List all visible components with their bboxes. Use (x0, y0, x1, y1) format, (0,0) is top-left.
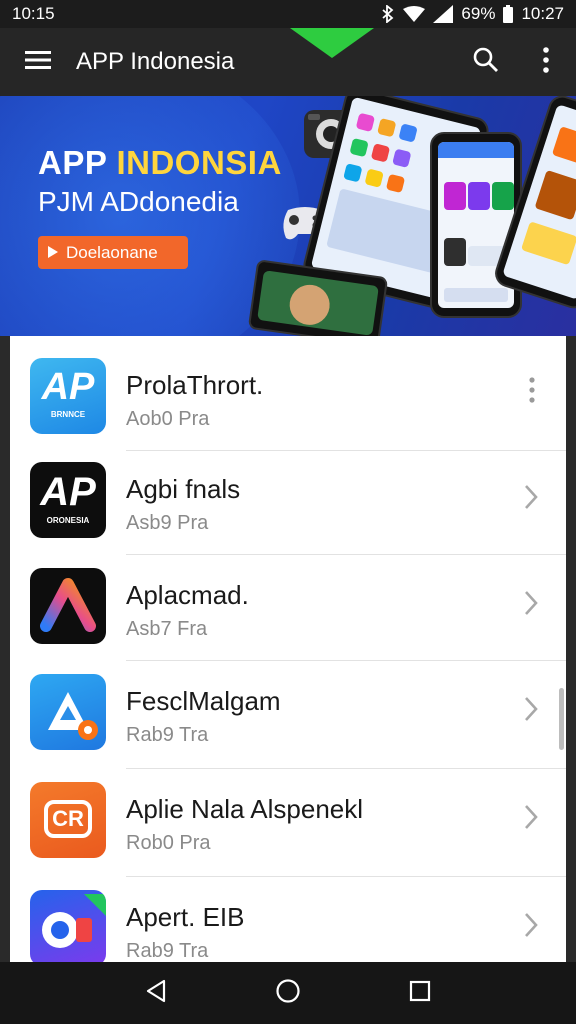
app-logo-f-icon (42, 894, 106, 948)
banner-headline-part2: INDONSIA (116, 144, 282, 181)
app-icon (30, 674, 106, 750)
app-subtitle: Rob0 Pra (126, 832, 211, 854)
tablet-screen (257, 270, 379, 336)
app-icon: AP BRNNCE (30, 358, 106, 434)
more-options-button[interactable] (516, 28, 576, 96)
app-subtitle: Asb9 Pra (126, 512, 209, 534)
app-name: FesclMalgam (126, 686, 281, 716)
item-chevron[interactable] (520, 910, 542, 940)
back-button[interactable] (126, 963, 186, 1023)
app-icon-caption: BRNNCE (50, 410, 86, 419)
recents-icon (409, 980, 431, 1007)
app-icon: CR (30, 782, 106, 858)
app-icon (30, 568, 106, 644)
banner-headline: APP INDONSIA (38, 144, 282, 182)
home-icon (275, 978, 301, 1009)
item-chevron[interactable] (520, 802, 542, 832)
search-button[interactable] (456, 28, 516, 96)
banner-cta-button[interactable]: Doelaonane (38, 236, 188, 269)
list-item[interactable]: AP BRNNCE ProlaThrort. Aob0 Pra (10, 336, 566, 442)
list-item[interactable]: FesclMalgam Rab9 Tra (10, 652, 566, 758)
chevron-right-icon (520, 805, 542, 836)
scrollbar[interactable] (559, 688, 564, 750)
item-chevron[interactable] (520, 588, 542, 618)
item-chevron[interactable] (520, 694, 542, 724)
chevron-right-icon (520, 913, 542, 944)
battery-percent: 69% (461, 4, 496, 23)
app-subtitle: Rab9 Tra (126, 724, 209, 746)
list-item[interactable]: Apert. EIB Rab9 Tra (10, 868, 566, 962)
app-icon-caption: ORONESIA (46, 516, 90, 525)
list-item[interactable]: CR Aplie Nala Alspenekl Rob0 Pra (10, 760, 566, 866)
play-arrow-icon (48, 243, 58, 263)
banner-cta-label: Doelaonane (66, 242, 158, 262)
app-bar: APP Indonesia (0, 28, 576, 96)
app-icon-text: AP (40, 470, 96, 514)
list-item[interactable]: Aplacmad. Asb7 Fra (10, 546, 566, 652)
battery-icon (503, 5, 514, 23)
wifi-icon (403, 6, 426, 22)
app-list: AP BRNNCE ProlaThrort. Aob0 Pra AP ORONE… (10, 336, 566, 962)
recents-button[interactable] (390, 963, 450, 1023)
more-vert-icon (526, 377, 538, 408)
item-more-button[interactable] (526, 376, 538, 404)
phone-mockup-front (430, 132, 522, 318)
status-right: 69% 10:27 (381, 4, 564, 24)
search-icon (473, 47, 499, 78)
banner-subline: PJM ADdonedia (38, 186, 239, 217)
app-title: APP Indonesia (76, 48, 235, 75)
app-icon-text: AP (41, 366, 95, 408)
app-name: Aplie Nala Alspenekl (126, 794, 364, 824)
menu-button[interactable] (0, 28, 76, 96)
system-nav-bar (0, 962, 576, 1024)
status-time-right: 10:27 (521, 4, 564, 23)
app-logo-triangle-icon (48, 692, 98, 740)
app-name: Apert. EIB (126, 902, 245, 932)
app-subtitle: Asb7 Fra (126, 618, 208, 640)
chevron-right-icon (520, 485, 542, 516)
app-subtitle: Aob0 Pra (126, 408, 210, 430)
bluetooth-icon (381, 5, 395, 23)
home-button[interactable] (258, 963, 318, 1023)
menu-icon (25, 50, 51, 75)
chevron-right-icon (520, 591, 542, 622)
item-chevron[interactable] (520, 482, 542, 512)
signal-icon (433, 5, 454, 23)
app-subtitle: Rab9 Tra (126, 940, 209, 962)
app-name: Aplacmad. (126, 580, 249, 610)
banner-headline-part1: APP (38, 144, 117, 181)
status-bar: 10:15 69% 10:27 (0, 0, 576, 28)
promo-banner[interactable]: APP INDONSIA PJM ADdonedia Doelaonane (0, 96, 576, 336)
list-item[interactable]: AP ORONESIA Agbi fnals Asb9 Pra (10, 440, 566, 546)
accent-shape (290, 28, 374, 58)
app-icon (30, 890, 106, 962)
app-icon-text: CR (52, 806, 84, 831)
app-logo-a-icon (40, 578, 96, 632)
back-icon (145, 979, 167, 1008)
app-name: ProlaThrort. (126, 370, 264, 400)
chevron-right-icon (520, 697, 542, 728)
more-vert-icon (542, 46, 550, 78)
app-icon: AP ORONESIA (30, 462, 106, 538)
screen: 10:15 69% 10:27 APP Indonesia APP INDONS… (0, 0, 576, 1024)
app-name: Agbi fnals (126, 474, 241, 504)
status-time-left: 10:15 (12, 4, 55, 23)
